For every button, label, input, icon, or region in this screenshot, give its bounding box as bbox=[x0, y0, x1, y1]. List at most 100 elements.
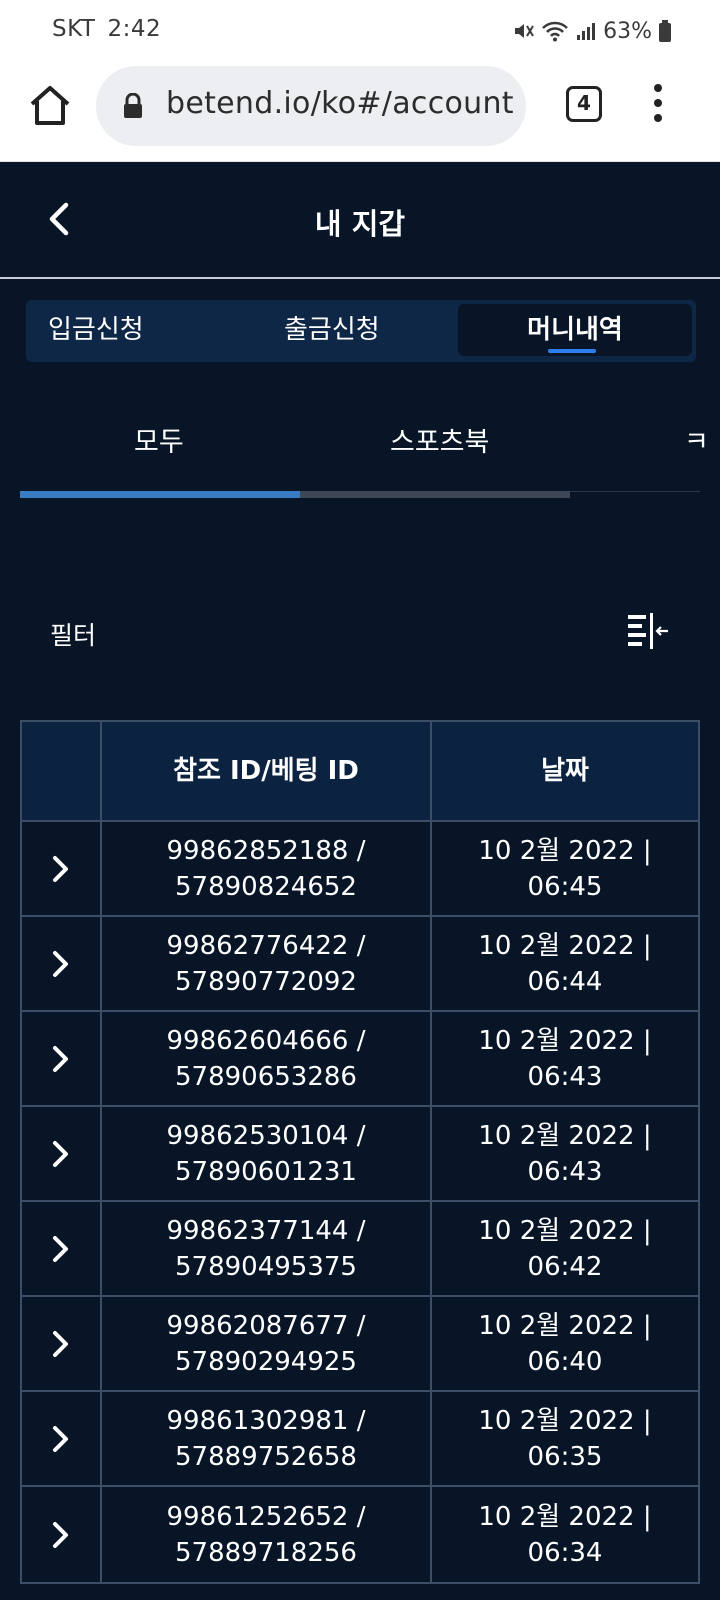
clock: 2:42 bbox=[107, 16, 162, 42]
tab-switcher-button[interactable]: 4 bbox=[566, 86, 602, 122]
date: 10 2월 2022 | bbox=[478, 1025, 652, 1056]
bet-id: 57889752658 bbox=[175, 1441, 357, 1472]
expand-chevron-icon[interactable] bbox=[22, 1392, 102, 1485]
ref-id-cell: 99862377144 / 57890495375 bbox=[102, 1202, 432, 1295]
date: 10 2월 2022 | bbox=[478, 1310, 652, 1341]
ref-id: 99862776422 / bbox=[166, 930, 366, 961]
ref-id: 99862087677 / bbox=[166, 1310, 366, 1341]
date-cell: 10 2월 2022 | 06:44 bbox=[432, 917, 698, 1010]
expand-chevron-icon[interactable] bbox=[22, 1202, 102, 1295]
money-history-table: 참조 ID/베팅 ID 날짜 99862852188 / 57890824652 … bbox=[20, 720, 700, 1584]
filter-tab-sportsbook[interactable]: 스포츠북 bbox=[390, 420, 489, 459]
tab-deposit-request[interactable]: 입금신청 bbox=[48, 300, 144, 362]
date: 10 2월 2022 | bbox=[478, 1215, 652, 1246]
bet-id: 57889718256 bbox=[175, 1537, 357, 1568]
ref-id-cell: 99862776422 / 57890772092 bbox=[102, 917, 432, 1010]
header-expand-cell bbox=[22, 722, 102, 820]
filter-tab-partial[interactable]: ㅋ bbox=[684, 420, 709, 459]
table-row[interactable]: 99862530104 / 57890601231 10 2월 2022 | 06:… bbox=[22, 1107, 698, 1202]
time: 06:40 bbox=[527, 1346, 603, 1377]
table-row[interactable]: 99861252652 / 57889718256 10 2월 2022 | 06:… bbox=[22, 1487, 698, 1582]
active-tab-indicator bbox=[548, 349, 596, 353]
table-header: 참조 ID/베팅 ID 날짜 bbox=[22, 722, 698, 822]
battery-icon bbox=[659, 20, 671, 42]
date-cell: 10 2월 2022 | 06:43 bbox=[432, 1107, 698, 1200]
ref-id-cell: 99862530104 / 57890601231 bbox=[102, 1107, 432, 1200]
lock-icon bbox=[124, 93, 142, 118]
time: 06:42 bbox=[527, 1251, 603, 1282]
status-right: 63% bbox=[513, 16, 672, 46]
home-icon[interactable] bbox=[26, 82, 74, 130]
tab-withdraw-request[interactable]: 출금신청 bbox=[284, 300, 380, 362]
header-ref-id: 참조 ID/베팅 ID bbox=[102, 722, 432, 820]
ref-id: 99862852188 / bbox=[166, 835, 366, 866]
page-title: 내 지갑 bbox=[314, 207, 406, 241]
filter-label: 필터 bbox=[50, 621, 97, 650]
date-cell: 10 2월 2022 | 06:43 bbox=[432, 1012, 698, 1105]
ref-id: 99861302981 / bbox=[166, 1405, 366, 1436]
time: 06:45 bbox=[527, 871, 603, 902]
url-text: betend.io/ko#/account bbox=[166, 86, 514, 121]
filter-icon[interactable] bbox=[626, 612, 670, 650]
ref-id-cell: 99861252652 / 57889718256 bbox=[102, 1487, 432, 1582]
table-row[interactable]: 99861302981 / 57889752658 10 2월 2022 | 06:… bbox=[22, 1392, 698, 1487]
expand-chevron-icon[interactable] bbox=[22, 1107, 102, 1200]
header-date: 날짜 bbox=[541, 756, 589, 786]
filter-tab-all[interactable]: 모두 bbox=[134, 420, 184, 459]
date-cell: 10 2월 2022 | 06:40 bbox=[432, 1297, 698, 1390]
wifi-icon bbox=[542, 21, 568, 42]
ref-id: 99861252652 / bbox=[166, 1501, 366, 1532]
date: 10 2월 2022 | bbox=[478, 1501, 652, 1532]
bet-id: 57890772092 bbox=[175, 966, 357, 997]
expand-chevron-icon[interactable] bbox=[22, 1297, 102, 1390]
ref-id: 99862530104 / bbox=[166, 1120, 366, 1151]
expand-chevron-icon[interactable] bbox=[22, 822, 102, 915]
bet-id: 57890824652 bbox=[175, 871, 357, 902]
ref-id: 99862604666 / bbox=[166, 1025, 366, 1056]
table-row[interactable]: 99862852188 / 57890824652 10 2월 2022 | 06:… bbox=[22, 822, 698, 917]
time: 06:35 bbox=[527, 1441, 603, 1472]
battery-percent: 63% bbox=[603, 18, 652, 44]
expand-chevron-icon[interactable] bbox=[22, 1012, 102, 1105]
date-cell: 10 2월 2022 | 06:35 bbox=[432, 1392, 698, 1485]
ref-id-cell: 99862604666 / 57890653286 bbox=[102, 1012, 432, 1105]
status-left: SKT 2:42 bbox=[52, 16, 173, 42]
tab-money-history-label: 머니내역 bbox=[527, 315, 623, 345]
bet-id: 57890601231 bbox=[175, 1156, 357, 1187]
browser-toolbar: betend.io/ko#/account 4 bbox=[0, 62, 720, 162]
wallet-tabs: 입금신청 출금신청 머니내역 bbox=[26, 300, 696, 362]
bet-id: 57890495375 bbox=[175, 1251, 357, 1282]
date: 10 2월 2022 | bbox=[478, 930, 652, 961]
mute-icon bbox=[515, 24, 534, 38]
date-cell: 10 2월 2022 | 06:45 bbox=[432, 822, 698, 915]
table-row[interactable]: 99862377144 / 57890495375 10 2월 2022 | 06:… bbox=[22, 1202, 698, 1297]
date: 10 2월 2022 | bbox=[478, 835, 652, 866]
signal-icon bbox=[577, 23, 596, 40]
tab-money-history[interactable]: 머니내역 bbox=[458, 304, 692, 356]
time: 06:44 bbox=[527, 966, 603, 997]
table-row[interactable]: 99862776422 / 57890772092 10 2월 2022 | 06:… bbox=[22, 917, 698, 1012]
date-cell: 10 2월 2022 | 06:42 bbox=[432, 1202, 698, 1295]
table-row[interactable]: 99862087677 / 57890294925 10 2월 2022 | 06:… bbox=[22, 1297, 698, 1392]
time: 06:43 bbox=[527, 1061, 603, 1092]
expand-chevron-icon[interactable] bbox=[22, 1487, 102, 1582]
overflow-menu-icon[interactable] bbox=[650, 84, 666, 128]
date: 10 2월 2022 | bbox=[478, 1405, 652, 1436]
date-cell: 10 2월 2022 | 06:34 bbox=[432, 1487, 698, 1582]
time: 06:34 bbox=[527, 1537, 603, 1568]
ref-id-cell: 99862852188 / 57890824652 bbox=[102, 822, 432, 915]
expand-chevron-icon[interactable] bbox=[22, 917, 102, 1010]
date: 10 2월 2022 | bbox=[478, 1120, 652, 1151]
carrier-label: SKT bbox=[52, 16, 96, 42]
bet-id: 57890653286 bbox=[175, 1061, 357, 1092]
ref-id-cell: 99862087677 / 57890294925 bbox=[102, 1297, 432, 1390]
page-header: 내 지갑 bbox=[0, 163, 720, 279]
ref-id-cell: 99861302981 / 57889752658 bbox=[102, 1392, 432, 1485]
status-bar: SKT 2:42 63% bbox=[0, 0, 720, 62]
bet-id: 57890294925 bbox=[175, 1346, 357, 1377]
table-row[interactable]: 99862604666 / 57890653286 10 2월 2022 | 06:… bbox=[22, 1012, 698, 1107]
time: 06:43 bbox=[527, 1156, 603, 1187]
filter-tab-active-indicator bbox=[20, 491, 300, 498]
address-bar[interactable]: betend.io/ko#/account bbox=[96, 66, 526, 146]
ref-id: 99862377144 / bbox=[166, 1215, 366, 1246]
